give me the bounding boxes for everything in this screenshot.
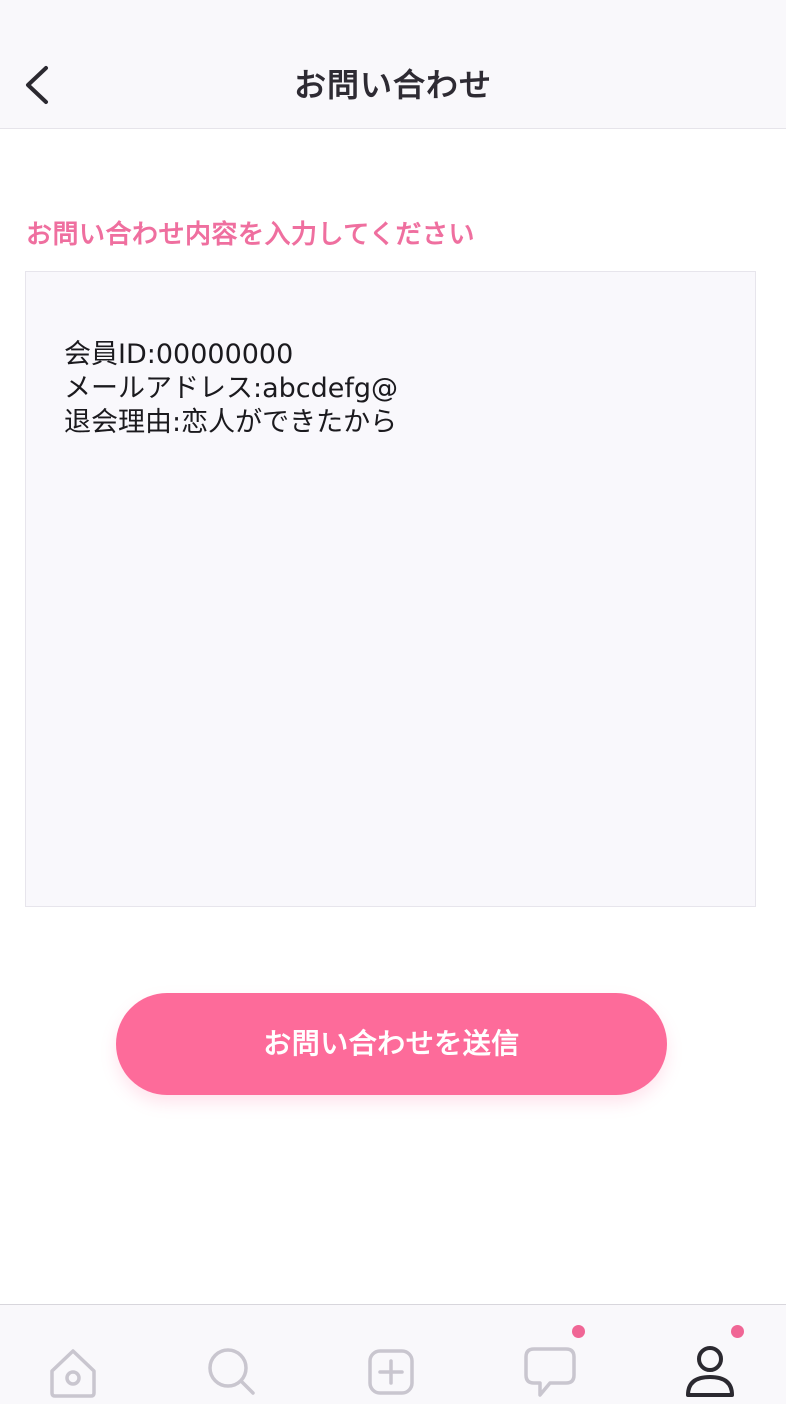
- messages-badge: [572, 1325, 585, 1338]
- tab-home[interactable]: [43, 1341, 103, 1401]
- textarea-line-reason: 退会理由:恋人ができたから: [64, 407, 398, 438]
- plus-square-icon: [368, 1349, 414, 1395]
- bottom-tab-bar: [0, 1304, 786, 1404]
- textarea-line-email: メールアドレス:abcdefg@: [64, 373, 399, 404]
- home-icon: [50, 1349, 96, 1398]
- search-icon: [208, 1348, 255, 1395]
- tab-profile[interactable]: [680, 1341, 740, 1401]
- form-label: お問い合わせ内容を入力してください: [26, 220, 475, 250]
- contact-screen: お問い合わせ お問い合わせ内容を入力してください 会員ID:00000000 メ…: [0, 0, 786, 1404]
- page-title: お問い合わせ: [293, 66, 492, 104]
- tab-search[interactable]: [200, 1341, 260, 1401]
- tab-messages[interactable]: [520, 1341, 580, 1401]
- chat-bubble-icon: [524, 1347, 576, 1397]
- textarea-line-member-id: 会員ID:00000000: [64, 339, 294, 370]
- tab-post[interactable]: [361, 1341, 421, 1401]
- submit-inquiry-button[interactable]: お問い合わせを送信: [116, 993, 667, 1095]
- inquiry-textarea[interactable]: 会員ID:00000000 メールアドレス:abcdefg@ 退会理由:恋人がで…: [25, 271, 756, 907]
- profile-badge: [731, 1325, 744, 1338]
- profile-icon: [686, 1346, 734, 1397]
- navigation-header: お問い合わせ: [0, 0, 786, 129]
